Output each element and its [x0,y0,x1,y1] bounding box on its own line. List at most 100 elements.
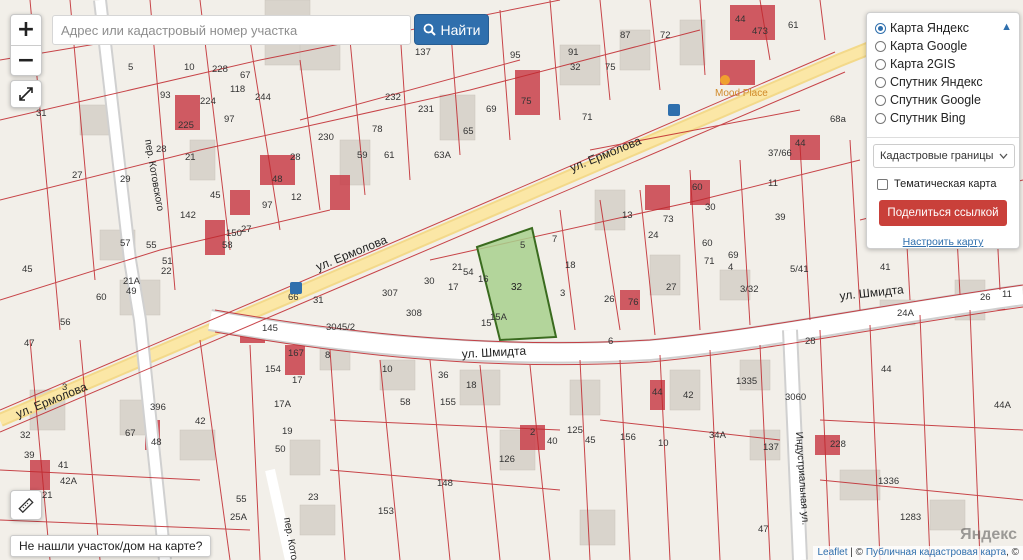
parcel-number-label: 28 [805,336,816,347]
poi-marker-icon [720,75,730,85]
layer-panel: ▲ Карта Яндекс Карта Google Карта 2GIS С… [866,12,1020,249]
parcel-number-label: 3 [560,288,565,299]
ruler-icon [18,497,34,513]
map-app: 87 72 44 473 61 91 32 75 95 137 232 231 228 10 5 93 224 2… [0,0,1023,560]
leaflet-link[interactable]: Leaflet [817,547,847,558]
layer-select-value: Кадастровые границы [880,150,994,162]
parcel-number-label: 34А [709,430,727,441]
basemap-option-bing-satellite[interactable]: Спутник Bing [867,109,1019,127]
search-input[interactable] [52,15,411,45]
parcel-number-label: 47 [758,524,769,535]
parcel-number-label: 17 [448,282,459,293]
parcel-number-label: 54 [463,267,474,278]
parcel-number-label: 60 [702,238,713,249]
parcel-number-label: 30 [705,202,716,213]
zoom-out-button[interactable]: − [11,45,41,75]
parcel-number-label: 244 [255,92,271,103]
not-found-button[interactable]: Не нашли участок/дом на карте? [10,535,212,557]
chevron-down-icon [999,153,1008,159]
expand-icon [19,87,33,101]
parcel-number-label: 396 [150,402,166,413]
parcel-number-label: 47 [24,338,35,349]
parcel-number-label: 5 [128,62,133,73]
parcel-number-label: 44 [735,14,746,25]
parcel-number-label: 95 [510,50,521,61]
parcel-number-label: 50 [275,444,286,455]
parcel-number-label: 31 [36,108,47,119]
parcel-number-label: 39 [24,450,35,461]
parcel-number-label: 231 [418,104,434,115]
parcel-number-label: 126 [499,454,515,465]
parcel-number-label: 55 [146,240,157,251]
basemap-option-label: Спутник Bing [890,111,966,125]
parcel-number-label: 137 [415,47,431,58]
parcel-number-label: 16 [478,274,489,285]
parcel-number-label: 24А [897,308,915,319]
parcel-number-label: 12 [291,192,302,203]
parcel-number-label: 37/66 [768,148,792,159]
parcel-number-label: 27 [666,282,677,293]
search-button[interactable]: Найти [414,14,489,45]
parcel-number-label: 30 [424,276,435,287]
parcel-number-label: 24 [648,230,659,241]
thematic-map-checkbox[interactable] [877,178,888,190]
basemap-option-label: Спутник Яндекс [890,75,983,89]
parcel-number-label: 41 [880,262,891,273]
configure-map-link[interactable]: Настроить карту [867,236,1019,248]
share-link-button[interactable]: Поделиться ссылкой [879,200,1007,226]
basemap-option-2gis-map[interactable]: Карта 2GIS [867,55,1019,73]
parcel-number-label: 65 [463,126,474,137]
parcel-number-label: 61 [384,150,395,161]
panel-divider [867,137,1019,138]
parcel-number-label: 8 [325,350,330,361]
parcel-number-label: 78 [372,124,383,135]
basemap-option-yandex-satellite[interactable]: Спутник Яндекс [867,73,1019,91]
parcel-number-label: 28 [290,152,301,163]
parcel-number-label: 7 [552,234,557,245]
parcel-number-label: 1335 [736,376,757,387]
basemap-option-google-satellite[interactable]: Спутник Google [867,91,1019,109]
parcel-number-label: 45 [210,190,221,201]
parcel-number-label: 48 [272,174,283,185]
parcel-number-label: 3045/2 [326,322,355,333]
parcel-number-label: 27 [241,224,252,235]
basemap-option-label: Спутник Google [890,93,981,107]
parcel-number-label: 73 [663,214,674,225]
parcel-number-label: 44 [795,138,806,149]
search-button-label: Найти [440,21,481,38]
parcel-number-label: 93 [160,90,171,101]
thematic-map-toggle[interactable]: Тематическая карта [877,178,1019,190]
parcel-number-label: 10 [382,364,393,375]
parcel-number-label: 27 [72,170,83,181]
parcel-number-label: 87 [620,30,631,41]
basemap-radio-group: Карта Яндекс Карта Google Карта 2GIS Спу… [867,13,1019,127]
parcel-number-label: 137 [763,442,779,453]
parcel-number-label: 71 [704,256,715,267]
fullscreen-button[interactable] [10,80,42,108]
parcel-number-label: 26 [604,294,615,305]
parcel-number-label: 32 [570,62,581,73]
parcel-number-label: 153 [378,506,394,517]
parcel-number-label: 26 [980,292,991,303]
parcel-number-label: 91 [568,47,579,58]
parcel-number-label: 150 [226,228,242,239]
cadastral-layer-select[interactable]: Кадастровые границы [873,144,1015,168]
parcel-number-label: 40 [547,436,558,447]
parcel-number-label: 154 [265,364,281,375]
basemap-option-yandex-map[interactable]: Карта Яндекс [867,19,1019,37]
attribution-tail: , © [1006,547,1019,558]
attribution-separator: | © [847,547,866,558]
collapse-panel-icon[interactable]: ▲ [1001,21,1012,33]
basemap-option-label: Карта 2GIS [890,57,956,71]
parcel-number-label: 67 [240,70,251,81]
basemap-option-google-map[interactable]: Карта Google [867,37,1019,55]
measure-button[interactable] [10,490,42,520]
parcel-number-label: 69 [486,104,497,115]
pkk-link[interactable]: Публичная кадастровая карта [866,547,1006,558]
parcel-number-label: 59 [357,150,368,161]
parcel-number-label: 224 [200,96,216,107]
zoom-in-button[interactable]: + [11,15,41,45]
parcel-number-label: 5 [520,240,525,251]
parcel-number-label: 167 [288,348,304,359]
parcel-number-label: 75 [521,96,532,107]
